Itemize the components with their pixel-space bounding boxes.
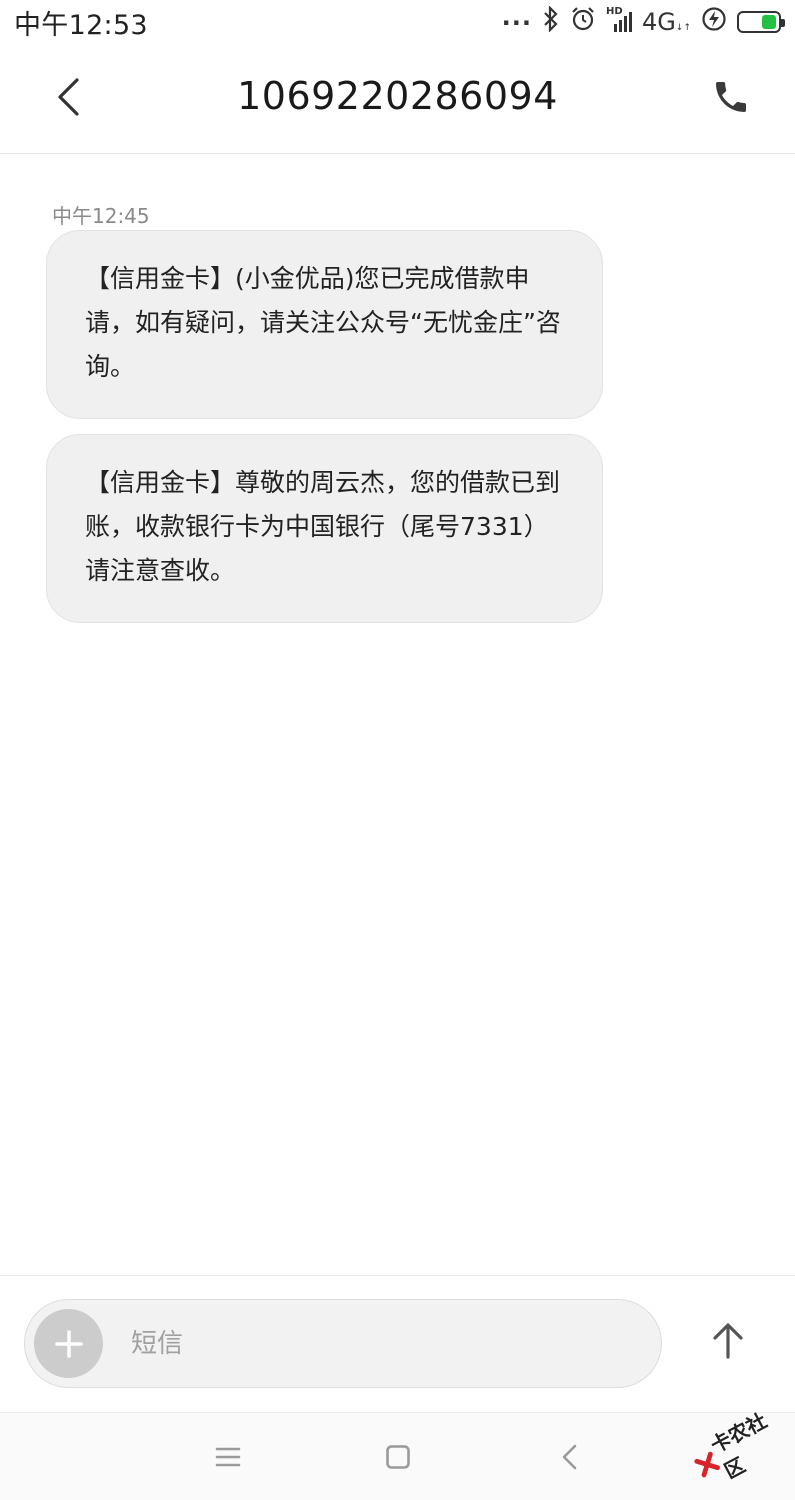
battery-icon	[737, 11, 785, 33]
composer	[24, 1299, 662, 1388]
phone-icon	[716, 82, 746, 112]
battery-level	[762, 15, 776, 29]
network-type: 4G↓↑	[642, 8, 691, 36]
system-nav-bar	[0, 1413, 795, 1500]
charging-icon	[701, 6, 727, 38]
message-text: 【信用金卡】(小金优品)您已完成借款申请，如有疑问，请关注公众号“无忧金庄”咨询…	[85, 264, 561, 381]
bluetooth-icon	[542, 5, 560, 38]
sms-conversation-screen: 中午12:53 ... HD 4G↓↑ 1069220286094 中午12:4…	[0, 0, 795, 1500]
status-bar: 中午12:53 ... HD 4G↓↑	[0, 0, 795, 44]
message-text: 【信用金卡】尊敬的周云杰，您的借款已到账，收款银行卡为中国银行（尾号7331）请…	[85, 468, 561, 585]
network-activity: ↓↑	[675, 23, 691, 33]
message-input[interactable]	[131, 1314, 631, 1374]
network-label: 4G	[642, 8, 676, 36]
send-button[interactable]	[700, 1310, 756, 1370]
message-timestamp: 中午12:45	[52, 204, 150, 228]
home-icon	[386, 1445, 410, 1469]
home-button[interactable]	[376, 1435, 420, 1479]
menu-icon	[215, 1447, 241, 1467]
message-bubble[interactable]: 【信用金卡】(小金优品)您已完成借款申请，如有疑问，请关注公众号“无忧金庄”咨询…	[46, 230, 603, 419]
composer-divider	[0, 1275, 795, 1276]
add-attachment-button[interactable]	[34, 1309, 103, 1378]
status-icons: ... HD 4G↓↑	[501, 3, 785, 38]
contact-number: 1069220286094	[237, 74, 558, 118]
more-dots-icon: ...	[501, 3, 533, 31]
system-back-button[interactable]	[548, 1435, 592, 1479]
conversation-header: 1069220286094	[0, 44, 795, 154]
arrow-up-icon	[713, 1323, 743, 1359]
hd-label: HD	[606, 6, 623, 17]
plus-icon	[54, 1329, 83, 1358]
signal-icon: HD	[606, 6, 633, 34]
message-bubble[interactable]: 【信用金卡】尊敬的周云杰，您的借款已到账，收款银行卡为中国银行（尾号7331）请…	[46, 434, 603, 623]
alarm-icon	[570, 6, 596, 38]
back-icon	[562, 1444, 577, 1470]
call-button[interactable]	[703, 68, 759, 126]
recent-apps-button[interactable]	[206, 1435, 250, 1479]
status-time: 中午12:53	[14, 9, 148, 41]
